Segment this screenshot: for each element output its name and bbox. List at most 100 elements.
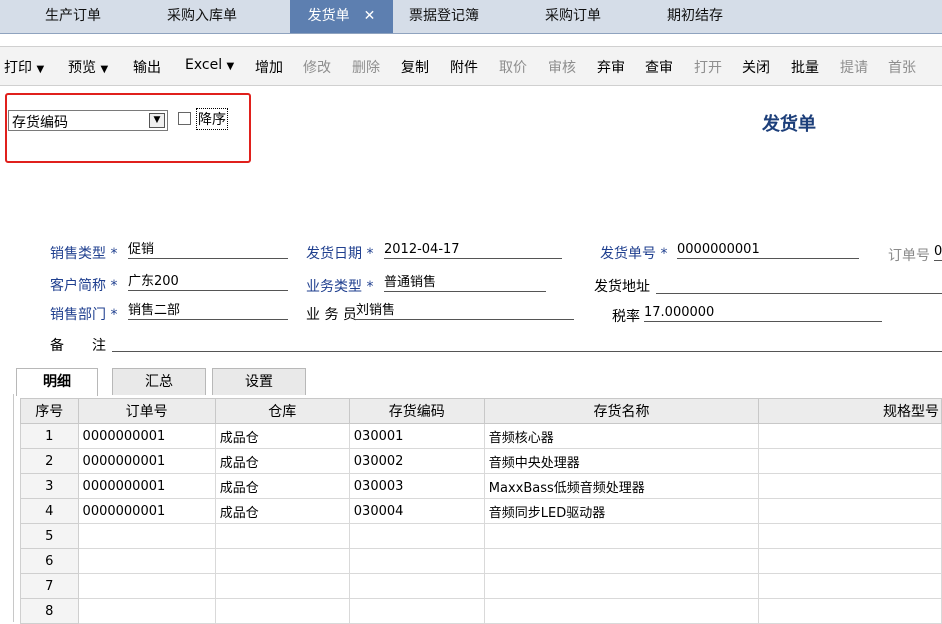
open-button[interactable]: 打开 — [694, 57, 722, 77]
cell-order-no[interactable] — [77, 598, 216, 624]
batch-button[interactable]: 批量 — [791, 57, 819, 77]
cell-spec[interactable] — [758, 498, 942, 524]
unaudit-button[interactable]: 弃审 — [597, 57, 625, 77]
cell-order-no[interactable] — [77, 548, 216, 574]
table-row[interactable]: 2 0000000001 成品仓 030002 音频中央处理器 — [20, 448, 942, 474]
modify-button[interactable]: 修改 — [303, 57, 331, 77]
business-type-field[interactable]: 普通销售 — [384, 274, 546, 292]
cell-spec[interactable] — [758, 448, 942, 474]
attachment-button[interactable]: 附件 — [450, 57, 478, 77]
cell-warehouse[interactable]: 成品仓 — [214, 423, 350, 449]
sales-dept-field[interactable]: 销售二部 — [128, 302, 288, 320]
print-button[interactable]: 打印 ▼ — [4, 57, 44, 77]
cell-spec[interactable] — [758, 548, 942, 574]
preview-button[interactable]: 预览 ▼ — [68, 57, 108, 77]
cell-inventory-code[interactable]: 030004 — [348, 498, 485, 524]
row-number: 3 — [20, 473, 79, 499]
close-icon[interactable]: ✕ — [364, 8, 376, 24]
tab-opening-balance[interactable]: 期初结存 — [650, 0, 740, 33]
submit-button[interactable]: 提请 — [840, 57, 868, 77]
descending-label[interactable]: 降序 — [196, 108, 228, 130]
cell-inventory-code[interactable]: 030001 — [348, 423, 485, 449]
output-button[interactable]: 输出 — [133, 57, 161, 77]
cell-warehouse[interactable] — [214, 548, 350, 574]
tab-summary[interactable]: 汇总 — [112, 368, 206, 395]
dropdown-arrow-icon[interactable]: ▼ — [149, 113, 165, 128]
cell-inventory-name[interactable] — [483, 548, 760, 574]
table-row[interactable]: 5 — [20, 523, 942, 549]
col-header-order-no[interactable]: 订单号 — [77, 398, 216, 424]
cell-inventory-code[interactable] — [348, 598, 485, 624]
col-header-inventory-name[interactable]: 存货名称 — [483, 398, 760, 424]
col-header-warehouse[interactable]: 仓库 — [214, 398, 350, 424]
tab-settings[interactable]: 设置 — [212, 368, 306, 395]
close-button[interactable]: 关闭 — [742, 57, 770, 77]
cell-spec[interactable] — [758, 423, 942, 449]
cell-spec[interactable] — [758, 573, 942, 599]
cell-order-no[interactable] — [77, 523, 216, 549]
sort-field-select[interactable]: 存货编码 ▼ — [8, 110, 168, 131]
tab-delivery-note[interactable]: 发货单 ✕ — [290, 0, 393, 33]
tab-purchase-receipt[interactable]: 采购入库单 — [148, 0, 256, 33]
table-row[interactable]: 1 0000000001 成品仓 030001 音频核心器 — [20, 423, 942, 449]
table-row[interactable]: 3 0000000001 成品仓 030003 MaxxBass低频音频处理器 — [20, 473, 942, 499]
ship-address-field[interactable] — [656, 276, 942, 294]
tax-rate-field[interactable]: 17.000000 — [644, 304, 882, 322]
add-button[interactable]: 增加 — [255, 57, 283, 77]
cell-warehouse[interactable]: 成品仓 — [214, 448, 350, 474]
table-row[interactable]: 6 — [20, 548, 942, 574]
cell-order-no[interactable]: 0000000001 — [77, 473, 216, 499]
cell-inventory-name[interactable] — [483, 598, 760, 624]
col-header-inventory-code[interactable]: 存货编码 — [348, 398, 485, 424]
fetch-price-button[interactable]: 取价 — [499, 57, 527, 77]
excel-button[interactable]: Excel ▼ — [185, 57, 234, 73]
cell-inventory-code[interactable] — [348, 523, 485, 549]
cell-spec[interactable] — [758, 523, 942, 549]
delete-button[interactable]: 删除 — [352, 57, 380, 77]
descending-checkbox[interactable] — [178, 112, 191, 125]
col-header-seq[interactable]: 序号 — [20, 398, 79, 424]
cell-inventory-name[interactable]: MaxxBass低频音频处理器 — [483, 473, 760, 499]
cell-warehouse[interactable] — [214, 573, 350, 599]
ship-no-field[interactable]: 0000000001 — [677, 241, 859, 259]
col-header-spec[interactable]: 规格型号 — [758, 398, 942, 424]
cell-inventory-name[interactable] — [483, 573, 760, 599]
cell-inventory-name[interactable]: 音频同步LED驱动器 — [483, 498, 760, 524]
cell-spec[interactable] — [758, 598, 942, 624]
cell-spec[interactable] — [758, 473, 942, 499]
customer-field[interactable]: 广东200 — [128, 273, 288, 291]
cell-warehouse[interactable]: 成品仓 — [214, 473, 350, 499]
table-row[interactable]: 4 0000000001 成品仓 030004 音频同步LED驱动器 — [20, 498, 942, 524]
grid-header-row: 序号 订单号 仓库 存货编码 存货名称 规格型号 — [20, 398, 942, 424]
copy-button[interactable]: 复制 — [401, 57, 429, 77]
cell-inventory-code[interactable] — [348, 573, 485, 599]
cell-order-no[interactable]: 0000000001 — [77, 448, 216, 474]
ship-date-field[interactable]: 2012-04-17 — [384, 241, 562, 259]
cell-order-no[interactable] — [77, 573, 216, 599]
cell-inventory-name[interactable]: 音频中央处理器 — [483, 448, 760, 474]
cell-warehouse[interactable]: 成品仓 — [214, 498, 350, 524]
cell-inventory-name[interactable]: 音频核心器 — [483, 423, 760, 449]
tab-production-order[interactable]: 生产订单 — [28, 0, 118, 33]
cell-inventory-code[interactable]: 030002 — [348, 448, 485, 474]
cell-order-no[interactable]: 0000000001 — [77, 423, 216, 449]
sales-type-field[interactable]: 促销 — [128, 241, 288, 259]
first-record-button[interactable]: 首张 — [888, 57, 916, 77]
salesman-field[interactable]: 刘销售 — [356, 302, 574, 320]
cell-inventory-name[interactable] — [483, 523, 760, 549]
tab-detail[interactable]: 明细 — [16, 368, 98, 396]
audit-button[interactable]: 审核 — [548, 57, 576, 77]
order-no-field[interactable]: 0 — [934, 243, 942, 261]
tax-rate-label: 税率 — [612, 309, 640, 325]
tab-bill-register[interactable]: 票据登记簿 — [398, 0, 490, 33]
cell-inventory-code[interactable]: 030003 — [348, 473, 485, 499]
cell-order-no[interactable]: 0000000001 — [77, 498, 216, 524]
tab-purchase-order[interactable]: 采购订单 — [528, 0, 618, 33]
remark-field[interactable] — [112, 334, 942, 352]
cell-warehouse[interactable] — [214, 523, 350, 549]
table-row[interactable]: 8 — [20, 598, 942, 624]
check-audit-button[interactable]: 查审 — [645, 57, 673, 77]
cell-warehouse[interactable] — [214, 598, 350, 624]
table-row[interactable]: 7 — [20, 573, 942, 599]
cell-inventory-code[interactable] — [348, 548, 485, 574]
